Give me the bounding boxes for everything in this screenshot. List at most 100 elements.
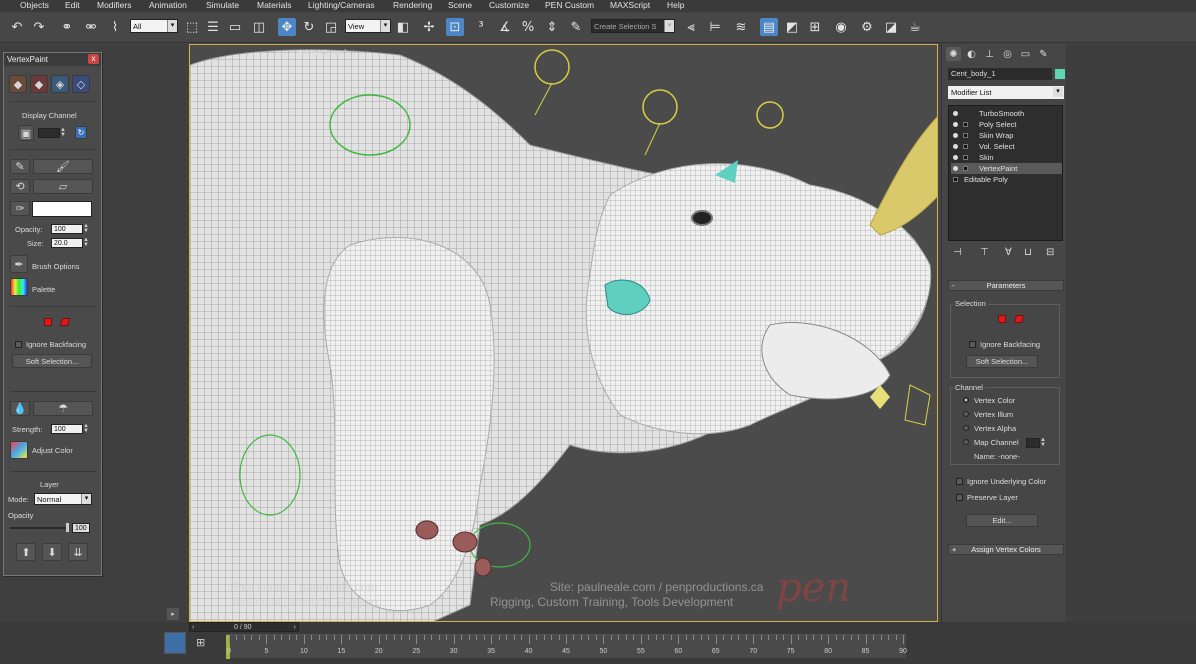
select-by-name-icon[interactable]: ☰ [204,18,222,36]
palette-label[interactable]: Palette [32,285,55,294]
lightbulb-icon[interactable] [953,155,958,160]
layer-mode-dropdown[interactable]: Normal ▾ [34,493,92,505]
spinner-arrows-icon[interactable]: ▲ ▼ [83,223,90,234]
window-crossing-icon[interactable]: ◫ [250,18,268,36]
layer-opacity-slider-handle[interactable] [66,523,69,532]
object-color-swatch[interactable] [1055,69,1065,79]
stack-item-editable-poly[interactable]: Editable Poly [951,174,1062,185]
display-channel-spinner[interactable]: ▲ ▼ [38,127,66,138]
track-bar[interactable]: 0 5 10 15 20 25 30 35 40 45 50 55 60 65 70 75 80 85 90 [226,634,907,659]
vertex-color-display-icon[interactable]: ◆ [9,75,27,93]
new-layer-icon[interactable]: ⬆ [16,543,36,561]
erase-icon[interactable]: ⟲ [10,179,30,194]
mirror-icon[interactable]: ⫷ [682,18,700,36]
pick-color-icon[interactable]: ✑ [10,201,30,216]
vertex-illum-display-icon[interactable]: ◆ [30,75,48,93]
render-setup-icon[interactable]: ⚙ [858,18,876,36]
menu-materials[interactable]: Materials [257,0,291,12]
key-mode-button[interactable] [164,632,186,654]
vertex-illum-radio[interactable] [963,411,969,417]
align-icon[interactable]: ⊨ [706,18,724,36]
paint-icon[interactable]: ✎ [10,159,30,174]
rendered-frame-window-icon[interactable]: ◪ [882,18,900,36]
graphite-ribbon-icon[interactable]: ▤ [760,18,778,36]
motion-tab-icon[interactable]: ◎ [1000,47,1015,61]
brush-options-icon[interactable]: ✒ [10,255,28,273]
selection-filter-dropdown[interactable]: All ▾ [130,19,178,33]
lightbulb-icon[interactable] [953,122,958,127]
select-and-move-icon[interactable]: ✥ [278,18,296,36]
map-channel-radio[interactable] [963,439,969,445]
adjust-color-icon[interactable] [10,441,28,459]
create-tab-icon[interactable]: ✺ [946,47,961,61]
ignore-underlying-color-checkbox[interactable] [956,478,963,485]
brush-options-label[interactable]: Brush Options [32,262,80,271]
menu-scene[interactable]: Scene [448,0,472,12]
erase-button[interactable]: ▱ [33,179,93,194]
stack-item-vertexpaint[interactable]: VertexPaint [951,163,1062,174]
menu-lighting-cameras[interactable]: Lighting/Cameras [308,0,375,12]
stack-item-skin[interactable]: Skin [951,152,1062,163]
cube-icon[interactable]: ▣ [18,125,34,141]
key-filter-icon[interactable]: ⊞ [196,636,205,649]
make-unique-icon[interactable]: ∀ [1005,247,1012,258]
layer-manager-icon[interactable]: ≋ [732,18,750,36]
schematic-view-icon[interactable]: ⊞ [806,18,824,36]
soft-selection-button[interactable]: Soft Selection... [966,355,1038,368]
soft-selection-button[interactable]: Soft Selection... [12,354,92,368]
disable-shading-icon[interactable]: ◇ [72,75,90,93]
bind-space-warp-icon[interactable]: ⌇ [106,18,124,36]
expand-icon[interactable] [963,166,968,171]
select-object-icon[interactable]: ⬚ [183,18,201,36]
previous-frame-icon[interactable]: ‹ [192,623,194,632]
vertex-selection-icon[interactable] [44,318,52,326]
spinner-arrows-icon[interactable]: ▲ ▼ [83,423,90,434]
menu-modifiers[interactable]: Modifiers [97,0,131,12]
redo-icon[interactable]: ↷ [30,18,48,36]
expand-icon[interactable] [963,144,968,149]
reference-coordinate-dropdown[interactable]: View ▾ [345,19,391,33]
expand-track-bar-icon[interactable]: ▸ [167,608,179,620]
select-link-icon[interactable]: ⚭ [58,18,76,36]
layer-opacity-spinner[interactable]: 100 [72,523,90,533]
vertex-color-radio[interactable] [963,397,969,403]
close-button[interactable]: x [88,54,99,64]
vertex-alpha-display-icon[interactable]: ◈ [51,75,69,93]
menu-animation[interactable]: Animation [149,0,187,12]
spinner-arrows-icon[interactable]: ▲ ▼ [83,237,90,248]
pin-stack-icon[interactable]: ⊣ [953,247,962,258]
lightbulb-icon[interactable] [953,144,958,149]
edit-button[interactable]: Edit... [966,514,1038,527]
angle-snap-icon[interactable]: ∡ [496,18,514,36]
display-channel-toggle-icon[interactable]: ↻ [75,126,87,139]
display-tab-icon[interactable]: ▭ [1018,47,1033,61]
lightbulb-icon[interactable] [953,111,958,116]
strength-spinner[interactable]: 100 ▲ ▼ [51,423,89,434]
undo-icon[interactable]: ↶ [8,18,26,36]
stack-item-poly-select[interactable]: Poly Select [951,119,1062,130]
blur-brush-button[interactable]: ☂ [33,401,93,416]
menu-customize[interactable]: Customize [489,0,529,12]
lightbulb-icon[interactable] [953,166,958,171]
adjust-color-label[interactable]: Adjust Color [32,446,73,455]
lightbulb-icon[interactable] [953,133,958,138]
modify-tab-icon[interactable]: ◐ [964,47,979,61]
parameters-rollout-header[interactable]: - Parameters [948,280,1064,291]
spinner-arrows-icon[interactable]: ▲ ▼ [60,127,67,138]
vertex-selection-icon[interactable] [998,315,1006,323]
assign-vertex-colors-rollout-header[interactable]: + Assign Vertex Colors [948,544,1064,555]
stack-item-vol-select[interactable]: Vol. Select [951,141,1062,152]
opacity-spinner[interactable]: 100 ▲ ▼ [51,223,89,234]
edit-named-selection-icon[interactable]: ✎ [567,18,585,36]
expand-icon[interactable] [953,177,958,182]
time-slider[interactable]: ‹ 0 / 90 › [189,622,299,632]
blur-icon[interactable]: 💧 [10,401,30,416]
select-manipulate-icon[interactable]: ✢ [420,18,438,36]
percent-snap-icon[interactable]: % [519,18,537,36]
configure-modifier-sets-icon[interactable]: ⊟ [1046,247,1054,258]
vertex-paint-titlebar[interactable]: VertexPaint [4,53,101,66]
selection-region-icon[interactable]: ▭ [226,18,244,36]
named-selection-set-dropdown[interactable]: Create Selection S ▾ [591,19,675,33]
menu-rendering[interactable]: Rendering [393,0,432,12]
stack-item-skin-wrap[interactable]: Skin Wrap [951,130,1062,141]
